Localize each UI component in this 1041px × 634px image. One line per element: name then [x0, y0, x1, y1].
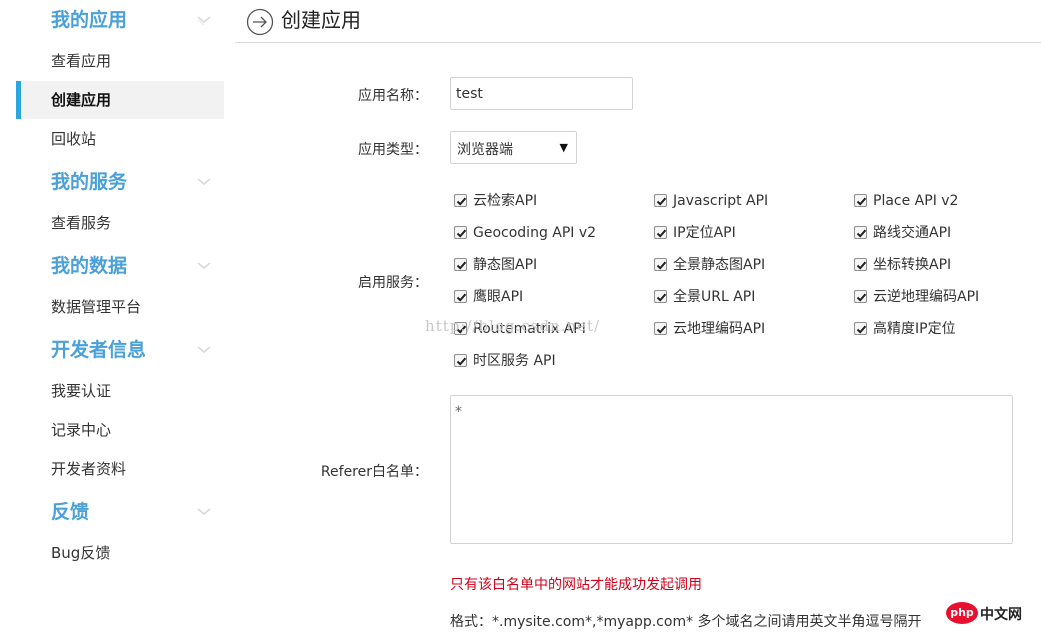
sidebar-item-data-platform[interactable]: 数据管理平台: [16, 288, 224, 326]
checkbox-checked-icon[interactable]: [854, 322, 867, 335]
arrow-circle-right-icon: [246, 8, 274, 36]
php-cn-logo: php 中文网: [946, 600, 1036, 628]
services-label: 启用服务：: [358, 275, 428, 291]
sidebar-item-bug-feedback[interactable]: Bug反馈: [16, 534, 224, 572]
service-label: Place API v2: [873, 193, 959, 209]
whitelist-warning: 只有该白名单中的网站才能成功发起调用: [450, 577, 702, 593]
checkbox-checked-icon[interactable]: [854, 194, 867, 207]
sidebar-item-view-services[interactable]: 查看服务: [16, 204, 224, 242]
checkbox-checked-icon[interactable]: [654, 290, 667, 303]
section-title: 我的应用: [51, 9, 128, 31]
section-developer-info[interactable]: 开发者信息: [51, 332, 223, 368]
logo-badge: php: [946, 602, 978, 624]
page-title: 创建应用: [281, 8, 361, 32]
service-label: 高精度IP定位: [873, 321, 956, 337]
app-name-input[interactable]: [450, 77, 633, 110]
service-label: 云地理编码API: [673, 321, 766, 337]
section-title: 开发者信息: [51, 339, 147, 361]
chevron-down-icon: [197, 346, 211, 353]
sidebar-item-view-apps[interactable]: 查看应用: [16, 42, 224, 80]
service-label: Routematrix API: [473, 321, 586, 337]
sidebar-item-create-app[interactable]: 创建应用: [16, 81, 224, 119]
checkbox-checked-icon[interactable]: [654, 322, 667, 335]
service-label: 静态图API: [473, 257, 538, 273]
section-my-apps[interactable]: 我的应用: [51, 2, 223, 38]
checkbox-checked-icon[interactable]: [654, 258, 667, 271]
checkbox-checked-icon[interactable]: [654, 194, 667, 207]
service-label: IP定位API: [673, 225, 736, 241]
service-label: Javascript API: [673, 193, 769, 209]
chevron-down-icon: [197, 16, 211, 25]
app-type-value: 浏览器端: [457, 142, 513, 158]
sidebar-item-verification[interactable]: 我要认证: [16, 372, 224, 410]
section-title: 反馈: [51, 501, 90, 523]
sidebar-item-recycle-bin[interactable]: 回收站: [16, 120, 224, 158]
section-my-data[interactable]: 我的数据: [51, 248, 223, 284]
section-title: 我的数据: [51, 255, 128, 277]
checkbox-checked-icon[interactable]: [454, 354, 467, 367]
chevron-down-icon: [197, 178, 211, 185]
section-my-services[interactable]: 我的服务: [51, 164, 223, 200]
section-feedback[interactable]: 反馈: [51, 494, 223, 530]
sidebar-item-records[interactable]: 记录中心: [16, 411, 224, 449]
service-label: 时区服务 API: [473, 353, 556, 369]
service-label: 坐标转换API: [873, 257, 952, 273]
checkbox-checked-icon[interactable]: [454, 290, 467, 303]
app-type-select[interactable]: 浏览器端 ▼: [450, 131, 577, 164]
checkbox-checked-icon[interactable]: [854, 226, 867, 239]
service-label: 全景静态图API: [673, 257, 766, 273]
service-label: Geocoding API v2: [473, 225, 597, 241]
caret-down-icon: ▼: [559, 141, 568, 154]
logo-text: 中文网: [980, 607, 1022, 623]
service-label: 路线交通API: [873, 225, 952, 241]
section-title: 我的服务: [51, 171, 128, 193]
checkbox-checked-icon[interactable]: [854, 258, 867, 271]
app-name-label: 应用名称：: [358, 88, 428, 104]
sidebar: 我的应用 查看应用 创建应用 回收站 我的服务 查看服务 我的数据 数据管理平台…: [0, 0, 224, 634]
service-label: 全景URL API: [673, 289, 756, 305]
service-label: 鹰眼API: [473, 289, 524, 305]
service-label: 云检索API: [473, 193, 538, 209]
checkbox-checked-icon[interactable]: [854, 290, 867, 303]
checkbox-checked-icon[interactable]: [654, 226, 667, 239]
format-hint: 格式：*.mysite.com*,*myapp.com* 多个域名之间请用英文半…: [450, 614, 922, 630]
checkbox-checked-icon[interactable]: [454, 258, 467, 271]
app-type-label: 应用类型：: [358, 142, 428, 158]
referer-whitelist-textarea[interactable]: *: [450, 395, 1013, 544]
referer-label: Referer白名单：: [320, 464, 428, 480]
service-label: 云逆地理编码API: [873, 289, 980, 305]
checkbox-checked-icon[interactable]: [454, 322, 467, 335]
page-header: 创建应用: [235, 0, 1041, 43]
chevron-down-icon: [197, 508, 211, 515]
checkbox-checked-icon[interactable]: [454, 226, 467, 239]
sidebar-item-developer-profile[interactable]: 开发者资料: [16, 450, 224, 488]
chevron-down-icon: [197, 262, 211, 269]
checkbox-checked-icon[interactable]: [454, 194, 467, 207]
